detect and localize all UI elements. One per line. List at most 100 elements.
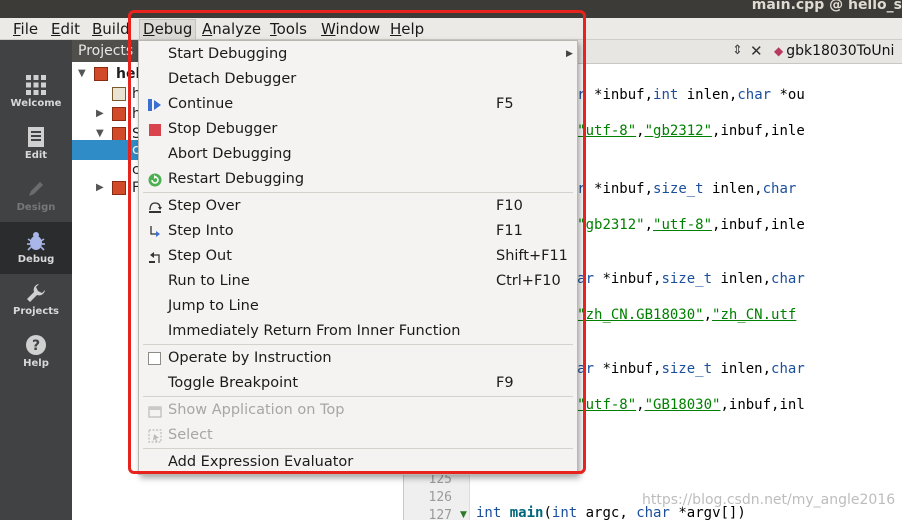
code-token: argc, <box>577 505 637 520</box>
title-bar: main.cpp @ hello_s <box>0 0 902 18</box>
mode-debug-label: Debug <box>17 254 55 265</box>
mode-edit[interactable]: Edit <box>0 118 72 170</box>
collapse-arrow-icon[interactable]: ▶ <box>96 178 104 198</box>
menu-edit[interactable]: Edit <box>51 20 80 40</box>
line-number: 127 <box>428 508 452 520</box>
code-token: int <box>551 505 578 520</box>
code-token: "zh_CN.GB18030" <box>577 307 704 323</box>
folder-icon <box>112 181 126 195</box>
menu-item-operate-by-instruction[interactable]: Operate by Instruction <box>139 346 577 371</box>
code-token: *inbuf, <box>585 87 654 103</box>
code-token: "utf-8" <box>577 397 637 413</box>
menu-window[interactable]: Window <box>321 20 380 40</box>
menu-item-immediately-return[interactable]: Immediately Return From Inner Function <box>139 319 577 344</box>
code-token: *inbuf, <box>594 361 662 377</box>
function-icon: ◆ <box>774 44 784 58</box>
menu-item-run-to-line[interactable]: Run to Line Ctrl+F10 <box>139 269 577 294</box>
code-token: size_t <box>653 181 704 197</box>
code-token: inlen, <box>712 361 772 377</box>
menu-item-step-into[interactable]: Step Into F11 <box>139 219 577 244</box>
menu-file[interactable]: File <box>13 20 38 40</box>
menu-tools[interactable]: Tools <box>270 20 307 40</box>
file-icon <box>112 87 126 101</box>
mode-projects[interactable]: Projects <box>0 274 72 326</box>
menu-item-start-debugging[interactable]: Start Debugging ▶ <box>139 42 577 67</box>
menu-item-step-over[interactable]: Step Over F10 <box>139 194 577 219</box>
menu-build[interactable]: Build <box>92 20 130 40</box>
menu-help[interactable]: Help <box>390 20 424 40</box>
checkbox[interactable] <box>148 352 161 365</box>
step-into-icon <box>148 225 162 239</box>
menu-item-detach-debugger[interactable]: Detach Debugger <box>139 67 577 92</box>
code-token: "GB18030" <box>644 397 721 413</box>
fold-arrow-icon[interactable]: ▼ <box>460 510 467 520</box>
code-token: size_t <box>661 271 713 287</box>
mode-welcome-label: Welcome <box>10 98 62 109</box>
menu-analyze[interactable]: Analyze <box>202 20 261 40</box>
menu-item-show-application-on-top[interactable]: Show Application on Top <box>139 398 577 423</box>
code-token: char <box>737 87 772 103</box>
menu-separator <box>143 396 573 397</box>
menu-item-step-out[interactable]: Step Out Shift+F11 <box>139 244 577 269</box>
menu-bar: File Edit Build Debug Analyze Tools Wind… <box>0 18 902 40</box>
submenu-arrow-icon: ▶ <box>566 49 573 59</box>
code-token: , <box>703 307 713 323</box>
mode-design[interactable]: Design <box>0 170 72 222</box>
pen-icon <box>25 178 47 200</box>
code-token: ,inbuf,inl <box>720 397 805 413</box>
bug-icon <box>25 230 47 252</box>
function-combo[interactable]: ◆ gbk18030ToUni <box>774 43 894 59</box>
code-token: ( <box>543 505 552 520</box>
mode-welcome[interactable]: Welcome <box>0 66 72 118</box>
folder-icon <box>112 107 126 121</box>
project-icon <box>94 67 108 81</box>
menu-item-abort-debugging[interactable]: Abort Debugging <box>139 142 577 167</box>
menu-item-select[interactable]: Select <box>139 423 577 448</box>
line-number: 126 <box>428 490 452 505</box>
code-token: *inbuf, <box>585 181 654 197</box>
code-token: "utf-8" <box>653 217 713 233</box>
code-token: inlen, <box>703 181 763 197</box>
close-icon[interactable]: ✕ <box>750 42 763 60</box>
code-token: inlen, <box>678 87 738 103</box>
code-token: "gb2312" <box>644 123 713 139</box>
svg-text:?: ? <box>32 338 40 354</box>
menu-item-stop-debugger[interactable]: Stop Debugger <box>139 117 577 142</box>
menu-item-add-expression-evaluator[interactable]: Add Expression Evaluator <box>139 450 577 475</box>
expand-arrow-icon[interactable]: ▼ <box>78 64 86 84</box>
code-token: main <box>509 505 544 520</box>
menu-item-toggle-breakpoint[interactable]: Toggle Breakpoint F9 <box>139 371 577 396</box>
updown-icon[interactable]: ⇕ <box>732 43 743 58</box>
mode-sidebar: Welcome Edit Design Debug Projects ? Hel… <box>0 40 72 520</box>
step-over-icon <box>148 200 162 214</box>
watermark: https://blog.csdn.net/my_angle2016 <box>642 492 896 508</box>
code-token: size_t <box>661 361 713 377</box>
wrench-icon <box>25 282 47 304</box>
collapse-arrow-icon[interactable]: ▶ <box>96 104 104 124</box>
grid-icon <box>25 74 47 96</box>
show-app-icon <box>148 404 162 418</box>
function-combo-label: gbk18030ToUni <box>786 43 895 59</box>
select-icon <box>148 429 162 443</box>
mode-design-label: Design <box>16 202 56 213</box>
code-token: "gb2312" <box>577 217 645 233</box>
code-token: int <box>476 505 502 520</box>
menu-separator <box>143 344 573 345</box>
mode-projects-label: Projects <box>12 306 59 317</box>
code-token: ,inbuf,inle <box>712 217 805 233</box>
folder-icon <box>112 127 126 141</box>
code-token: char <box>771 271 805 287</box>
menu-item-continue[interactable]: Continue F5 <box>139 92 577 117</box>
code-token: char <box>762 181 797 197</box>
debug-menu: Start Debugging ▶ Detach Debugger Contin… <box>138 40 578 475</box>
menu-item-jump-to-line[interactable]: Jump to Line <box>139 294 577 319</box>
code-token: ,inbuf,inle <box>712 123 805 139</box>
restart-icon <box>148 173 162 187</box>
menu-debug[interactable]: Debug <box>139 19 197 39</box>
mode-debug[interactable]: Debug <box>0 222 72 274</box>
window-title: main.cpp @ hello_s <box>751 0 902 13</box>
menu-item-restart-debugging[interactable]: Restart Debugging <box>139 167 577 192</box>
mode-help[interactable]: ? Help <box>0 326 72 378</box>
menu-separator <box>143 192 573 193</box>
